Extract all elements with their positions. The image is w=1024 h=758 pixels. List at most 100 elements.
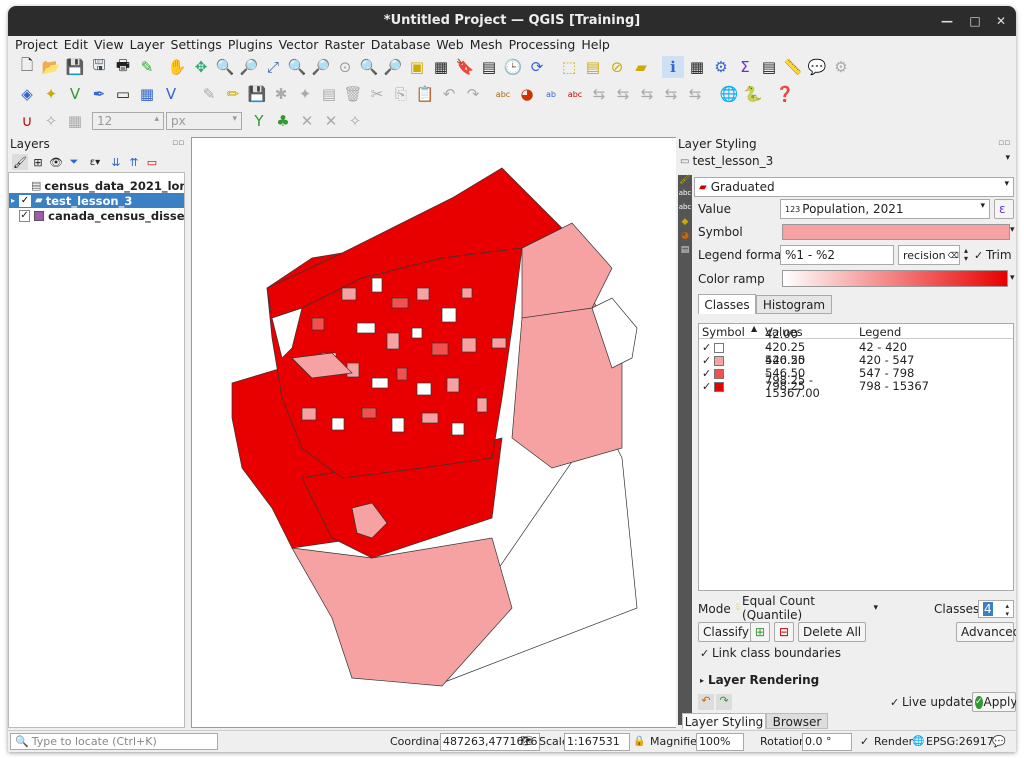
layer-select[interactable]: ▭ test_lesson_3 ▾ xyxy=(676,152,1014,170)
attribute-table-icon[interactable]: ▦ xyxy=(686,56,708,78)
classes-count-input[interactable]: 4 ▴ ▾ xyxy=(978,600,1014,618)
add-group-icon[interactable]: ⊞ xyxy=(30,154,46,170)
header-legend[interactable]: Legend xyxy=(859,325,901,339)
intersection-icon[interactable]: ✕ xyxy=(296,110,318,132)
label-color-icon[interactable]: ◕ xyxy=(516,83,538,105)
crs-globe-icon[interactable]: 🌐 xyxy=(912,734,924,750)
show-bookmarks-icon[interactable]: ▤ xyxy=(478,56,500,78)
save-project-icon[interactable]: 💾 xyxy=(64,56,86,78)
modify-attributes-icon[interactable]: ▤ xyxy=(318,83,340,105)
class-legend[interactable]: 798 - 15367 xyxy=(859,380,929,393)
zoom-full-icon[interactable]: ⤢ xyxy=(262,56,284,78)
scale-lock-icon[interactable]: 🗺 xyxy=(520,734,533,750)
annotation-icon[interactable]: 💬 xyxy=(806,56,828,78)
label-rotate-icon[interactable]: ⇆ xyxy=(612,83,634,105)
symbol-button[interactable] xyxy=(782,224,1010,240)
clear-icon[interactable]: ⌫ xyxy=(948,251,959,260)
measure-icon[interactable]: 📏 xyxy=(782,56,804,78)
deselect-icon[interactable]: ⊘ xyxy=(606,56,628,78)
select-location-icon[interactable]: ▰ xyxy=(630,56,652,78)
snapping-type-icon[interactable]: ▦ xyxy=(64,110,86,132)
bottom-tab-layer-styling[interactable]: Layer Styling xyxy=(682,713,766,729)
digitize-icon[interactable]: ✒ xyxy=(88,83,110,105)
menu-raster[interactable]: Raster xyxy=(321,36,367,54)
delete-all-button[interactable]: Delete All xyxy=(798,622,867,642)
close-button[interactable]: ✕ xyxy=(988,6,1014,36)
layer-item-census-data[interactable]: ▤ census_data_2021_london xyxy=(11,178,184,193)
menu-view[interactable]: View xyxy=(91,36,127,54)
color-ramp-button[interactable] xyxy=(782,270,1008,287)
print-layout-icon[interactable]: 🖶 xyxy=(112,56,134,78)
messages-icon[interactable]: 💬 xyxy=(992,734,1006,750)
apply-button[interactable]: ✓ Apply xyxy=(972,692,1016,712)
classes-table[interactable]: Symbol ▲ Values Legend ✓ 42.00 - 420.25 … xyxy=(698,323,1014,591)
labels-tab-icon[interactable]: abc xyxy=(678,189,692,203)
class-checkbox[interactable]: ✓ xyxy=(702,354,714,367)
tab-histogram[interactable]: Histogram xyxy=(756,295,832,314)
label-show-icon[interactable]: ⇆ xyxy=(660,83,682,105)
scale-input[interactable]: 1:167531 xyxy=(564,733,630,751)
link-boundaries-checkbox[interactable]: ✓ Link class boundaries xyxy=(700,644,841,662)
menu-settings[interactable]: Settings xyxy=(168,36,225,54)
class-swatch[interactable] xyxy=(714,355,724,366)
add-raster-icon[interactable]: ▦ xyxy=(136,83,158,105)
menu-vector[interactable]: Vector xyxy=(276,36,322,54)
add-vector-icon[interactable]: V xyxy=(64,83,86,105)
add-class-icon[interactable]: ⊞ xyxy=(750,622,770,642)
advanced-digitize-icon[interactable]: ✧ xyxy=(344,110,366,132)
layer-item-test-lesson-3[interactable]: ▸ ✓ ▰ test_lesson_3 xyxy=(9,193,184,208)
menu-help[interactable]: Help xyxy=(578,36,613,54)
menu-project[interactable]: Project xyxy=(12,36,61,54)
layer-visibility-checkbox[interactable]: ✓ xyxy=(18,209,31,222)
3d-view-tab-icon[interactable]: ◆ xyxy=(678,217,692,231)
new-project-icon[interactable]: 🗋 xyxy=(16,56,38,78)
class-values[interactable]: 798.25 - 15367.00 xyxy=(765,373,820,400)
zoom-out-icon[interactable]: 🔎 xyxy=(238,56,260,78)
class-checkbox[interactable]: ✓ xyxy=(702,380,714,393)
python-console-icon[interactable]: 🐍 xyxy=(742,83,764,105)
statistics-sum-icon[interactable]: Σ xyxy=(734,56,756,78)
zoom-next-icon[interactable]: 🔎 xyxy=(382,56,404,78)
trim-checkbox[interactable]: ✓ Trim xyxy=(974,245,1012,265)
value-field-select[interactable]: 123 Population, 2021 ▾ xyxy=(780,199,990,219)
class-row[interactable]: ✓ 420.25 - 546.50 420 - 547 xyxy=(699,341,914,380)
snapping-vertex-icon[interactable]: ✧ xyxy=(40,110,62,132)
class-swatch[interactable] xyxy=(714,381,724,392)
menu-edit[interactable]: Edit xyxy=(61,36,91,54)
live-update-checkbox[interactable]: ✓ Live update xyxy=(890,693,973,711)
label-abc-icon[interactable]: abc xyxy=(492,83,514,105)
remove-layer-icon[interactable]: ▭ xyxy=(144,154,160,170)
panel-float-icon[interactable]: ▫▫ xyxy=(172,138,184,148)
pan-icon[interactable]: ✋ xyxy=(166,56,188,78)
zoom-native-icon[interactable]: ⊙ xyxy=(334,56,356,78)
temporal-icon[interactable]: 🕒 xyxy=(502,56,524,78)
legend-format-input[interactable]: %1 - %2 xyxy=(780,245,894,265)
snapping-tolerance-input[interactable]: 12 ▴ xyxy=(92,112,164,130)
menu-processing[interactable]: Processing xyxy=(506,36,579,54)
render-checkbox[interactable]: ✓ xyxy=(860,734,869,750)
topology-icon[interactable]: ♣ xyxy=(272,110,294,132)
maximize-button[interactable]: □ xyxy=(962,6,988,36)
select-by-value-icon[interactable]: ▤ xyxy=(582,56,604,78)
class-swatch[interactable] xyxy=(714,342,724,353)
undo-style-icon[interactable]: ↶ xyxy=(698,694,714,710)
new-map-view-icon[interactable]: ▣ xyxy=(406,56,428,78)
label-hide-icon[interactable]: ⇆ xyxy=(684,83,706,105)
menu-layer[interactable]: Layer xyxy=(127,36,168,54)
manage-themes-icon[interactable]: 👁 xyxy=(48,154,64,170)
class-swatch[interactable] xyxy=(714,368,724,379)
collapse-all-icon[interactable]: ⇈ xyxy=(126,154,142,170)
layer-item-canada-census[interactable]: ✓ canada_census_dissemin xyxy=(9,208,184,223)
open-table-icon[interactable]: ▤ xyxy=(758,56,780,78)
copy-features-icon[interactable]: ⎘ xyxy=(390,83,412,105)
bottom-tab-browser[interactable]: Browser xyxy=(766,713,828,729)
zoom-layer-icon[interactable]: 🔎 xyxy=(310,56,332,78)
class-row[interactable]: ✓ 42.00 - 420.25 42 - 420 xyxy=(699,328,907,367)
class-checkbox[interactable]: ✓ xyxy=(702,367,714,380)
menu-database[interactable]: Database xyxy=(368,36,434,54)
layer-rendering-section[interactable]: ▸ Layer Rendering xyxy=(700,671,819,689)
snap-self-icon[interactable]: ✕ xyxy=(320,110,342,132)
menu-mesh[interactable]: Mesh xyxy=(467,36,506,54)
decorations-icon[interactable]: ⚙ xyxy=(830,56,852,78)
open-styling-icon[interactable]: 🖌 xyxy=(12,154,28,170)
